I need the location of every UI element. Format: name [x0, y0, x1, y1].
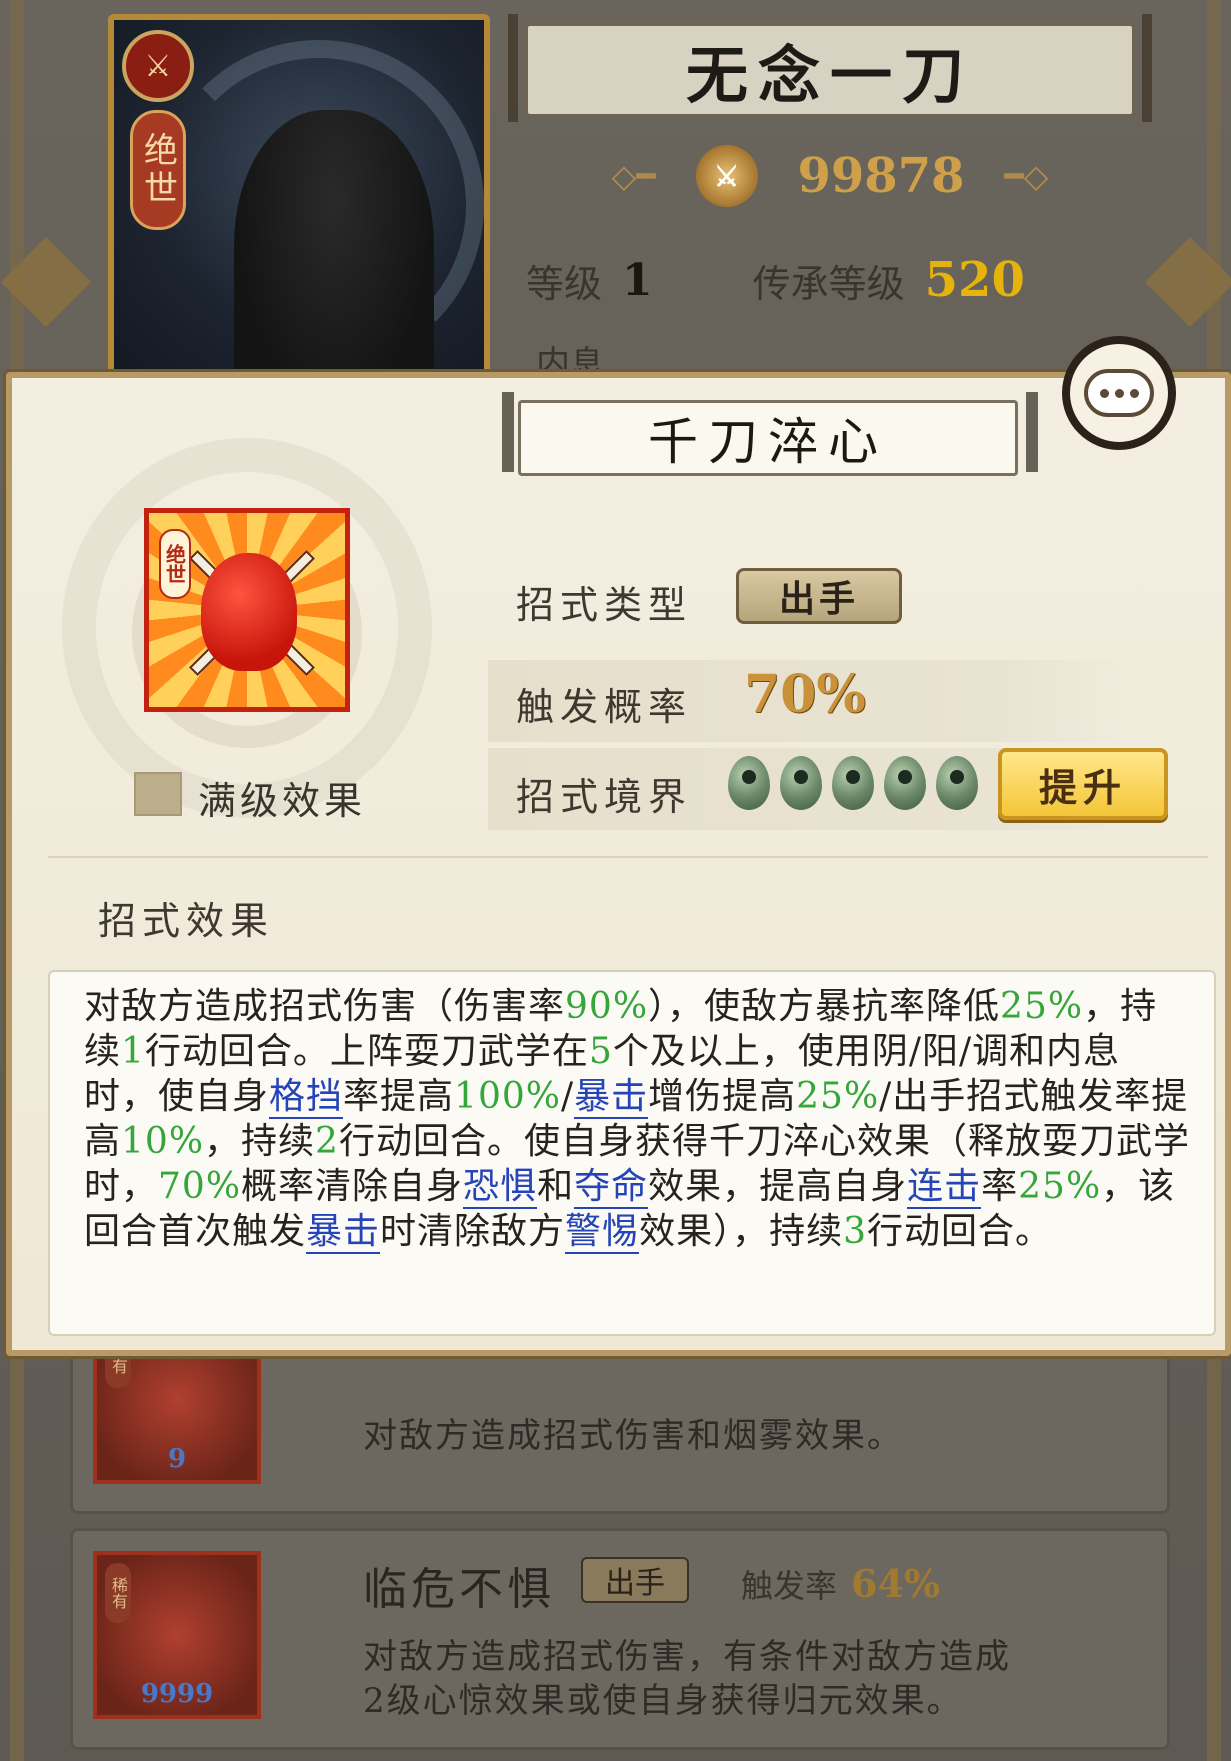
sword-icon: ⚔	[122, 30, 194, 102]
effect-text-segment: 时清除敌方	[380, 1211, 566, 1252]
keyword-link[interactable]: 暴击	[574, 1076, 649, 1119]
hero-name: 无念一刀	[524, 22, 1136, 118]
move-card[interactable]: 稀有 9999 临危不惧 出手 触发率 64% 对敌方造成招式伤害，有条件对敌方造…	[70, 1528, 1170, 1750]
max-effect-label[interactable]: 满级效果	[198, 770, 366, 825]
effect-text-segment: 和	[537, 1166, 575, 1207]
skill-name: 千刀淬心	[518, 400, 1018, 476]
realm-orb-icon	[936, 756, 978, 810]
power-row: ◇━ ⚔ 99878 ━◇	[530, 128, 1130, 224]
effect-text-segment: ），使敌方暴抗率降低	[648, 986, 1001, 1027]
effect-value: 70%	[158, 1166, 242, 1207]
effect-text-segment: ，持续	[204, 1121, 316, 1162]
keyword-link[interactable]: 暴击	[306, 1211, 381, 1254]
effect-description-text: 对敌方造成招式伤害（伤害率90%），使敌方暴抗率降低25%，持续1行动回合。上阵…	[84, 984, 1194, 1254]
effect-value: 25%	[796, 1076, 880, 1117]
move-description-line: 对敌方造成招式伤害，有条件对敌方造成	[363, 1637, 1011, 1677]
move-type-badge: 出手	[581, 1557, 689, 1603]
move-type-label: 招式类型	[516, 583, 693, 627]
effect-text-segment: 行动回合。	[866, 1211, 1052, 1252]
rarity-tag: 绝世	[130, 110, 186, 230]
effect-text-segment: 行动回合。上阵耍刀武学在	[144, 1031, 589, 1072]
skill-icon: 绝世	[144, 508, 350, 712]
keyword-link[interactable]: 格挡	[269, 1076, 344, 1119]
inherit-level-label: 传承等级	[752, 261, 905, 306]
keyword-link[interactable]: 夺命	[574, 1166, 649, 1209]
effect-value: 10%	[121, 1121, 205, 1162]
keyword-link[interactable]: 连击	[907, 1166, 982, 1209]
effect-text-segment: 率提高	[343, 1076, 455, 1117]
rarity-tag: 绝世	[159, 529, 191, 599]
move-description: 对敌方造成招式伤害，有条件对敌方造成 2级心惊效果或使自身获得归元效果。	[363, 1635, 1011, 1723]
realm-orbs	[728, 756, 978, 810]
effect-value: 25%	[1000, 986, 1084, 1027]
move-description: 对敌方造成招式伤害和烟雾效果。	[363, 1416, 903, 1456]
effect-value: 1	[121, 1031, 145, 1072]
skill-detail-popup: 绝世 满级效果 千刀淬心 招式类型 出手 触发概率 70% 招式境界 提升 招式…	[6, 372, 1231, 1356]
max-effect-checkbox[interactable]	[134, 772, 182, 816]
move-level: 9	[167, 1444, 187, 1474]
effect-text-segment: 效果），持续	[639, 1211, 844, 1252]
upgrade-button[interactable]: 提升	[998, 748, 1168, 820]
effect-text-segment: 增伤提高	[648, 1076, 797, 1117]
move-thumbnail: 稀有 9999	[93, 1551, 261, 1719]
keyword-link[interactable]: 警惕	[565, 1211, 640, 1254]
effect-value: 3	[843, 1211, 867, 1252]
move-type-badge: 出手	[736, 568, 902, 624]
effect-value: 25%	[1018, 1166, 1102, 1207]
sword-power-icon: ⚔	[695, 145, 758, 207]
effect-description-box: 对敌方造成招式伤害（伤害率90%），使敌方暴抗率降低25%，持续1行动回合。上阵…	[48, 970, 1216, 1336]
chat-bubble-icon	[1084, 369, 1154, 417]
rarity-tag: 稀有	[105, 1563, 131, 1623]
level-value: 1	[622, 254, 653, 306]
move-description-line: 2级心惊效果或使自身获得归元效果。	[363, 1681, 963, 1721]
move-card[interactable]: 稀有 9 对敌方造成招式伤害和烟雾效果。	[70, 1316, 1170, 1514]
heart-icon	[201, 553, 297, 671]
effect-text-segment: /	[560, 1076, 575, 1117]
keyword-link[interactable]: 恐惧	[463, 1166, 538, 1209]
realm-orb-icon	[728, 756, 770, 810]
realm-label: 招式境界	[516, 775, 693, 819]
trigger-rate-value: 70%	[744, 664, 866, 725]
chat-button[interactable]	[1062, 336, 1176, 450]
effect-text-segment: 效果，提高自身	[648, 1166, 908, 1207]
move-title: 临危不惧	[363, 1564, 555, 1615]
effect-heading: 招式效果	[98, 899, 275, 943]
hero-figure	[234, 110, 434, 388]
effect-text-segment: 对敌方造成招式伤害（伤害率	[84, 986, 566, 1027]
level-row: 等级 1 传承等级 520	[526, 240, 1086, 320]
effect-value: 5	[588, 1031, 613, 1072]
effect-text-segment: 概率清除自身	[241, 1166, 464, 1207]
ornament-icon: ◇━	[611, 157, 656, 195]
realm-orb-icon	[780, 756, 822, 810]
move-level: 9999	[140, 1679, 214, 1709]
move-trigger-rate: 触发率 64%	[741, 1561, 940, 1607]
inherit-level-value: 520	[924, 252, 1025, 308]
realm-orb-icon	[832, 756, 874, 810]
ornament-icon: ━◇	[1004, 157, 1049, 195]
trigger-rate-label: 触发概率	[516, 685, 693, 729]
divider	[48, 856, 1208, 858]
rate-label: 触发率	[741, 1567, 838, 1605]
effect-text-segment: 率	[981, 1166, 1019, 1207]
power-value: 99878	[797, 148, 965, 204]
inner-breath-row: 内息	[536, 344, 604, 384]
effect-value: 100%	[454, 1076, 561, 1117]
effect-value: 90%	[565, 986, 649, 1027]
realm-orb-icon	[884, 756, 926, 810]
level-label: 等级	[526, 261, 603, 306]
rate-value: 64%	[851, 1561, 941, 1606]
effect-value: 2	[315, 1121, 339, 1162]
